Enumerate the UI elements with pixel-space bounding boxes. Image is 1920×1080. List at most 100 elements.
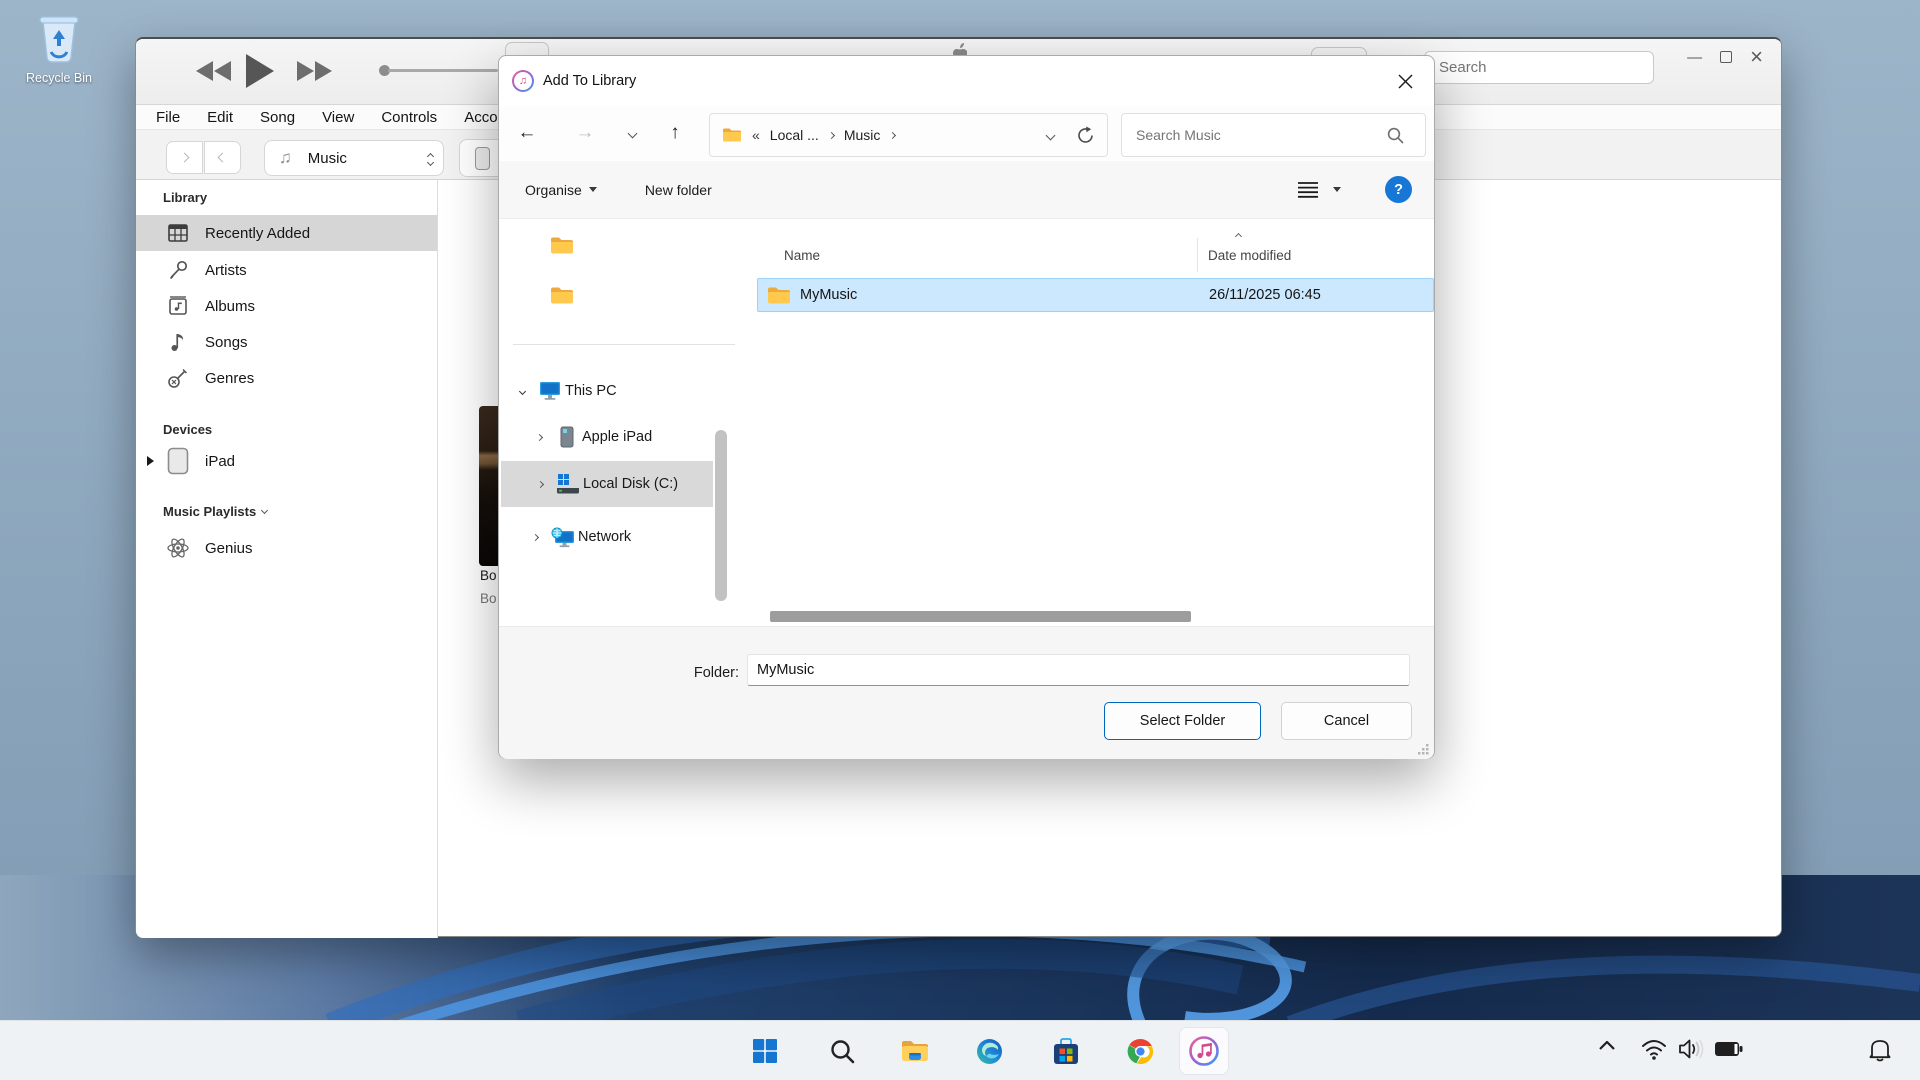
chevron-right-icon[interactable]: [522, 535, 548, 540]
album-art-thumbnail[interactable]: [479, 406, 500, 566]
pinned-folder-icon[interactable]: [550, 286, 574, 305]
library-forward-button[interactable]: [204, 141, 241, 174]
fast-forward-button[interactable]: [296, 59, 334, 83]
volume-slider-track[interactable]: [388, 69, 498, 72]
edge-button[interactable]: [975, 1037, 1003, 1065]
sidebar-item-recently-added[interactable]: Recently Added: [136, 215, 437, 251]
sidebar-item-ipad[interactable]: iPad: [136, 443, 437, 479]
menu-edit[interactable]: Edit: [207, 109, 233, 126]
windows-start-icon: [752, 1038, 778, 1064]
tree-item-local-disk[interactable]: Local Disk (C:): [501, 461, 713, 507]
apple-music-button[interactable]: [1180, 1028, 1228, 1074]
folder-field-label: Folder:: [639, 665, 739, 681]
resize-grip[interactable]: [1417, 743, 1430, 756]
new-folder-button[interactable]: New folder: [645, 182, 712, 198]
battery-icon: [1714, 1041, 1743, 1057]
refresh-icon[interactable]: [1076, 126, 1095, 145]
media-kind-selector[interactable]: ♫ Music: [264, 140, 444, 176]
chevron-down-icon[interactable]: [509, 389, 535, 394]
recent-locations-button[interactable]: [615, 117, 649, 149]
sidebar-item-genius[interactable]: Genius: [136, 530, 437, 566]
minimize-button[interactable]: —: [1687, 50, 1702, 65]
cancel-button[interactable]: Cancel: [1281, 702, 1412, 740]
column-header-name[interactable]: Name: [784, 248, 820, 263]
dialog-search-input[interactable]: [1121, 113, 1426, 157]
breadcrumb-music[interactable]: Music: [844, 127, 881, 143]
battery-status[interactable]: [1714, 1041, 1743, 1057]
microsoft-store-icon: [1053, 1038, 1079, 1065]
menu-song[interactable]: Song: [260, 109, 295, 126]
dialog-title: Add To Library: [543, 73, 636, 89]
organise-button[interactable]: Organise: [525, 182, 597, 198]
chrome-button[interactable]: [1126, 1037, 1154, 1065]
dialog-close-button[interactable]: [1388, 66, 1422, 96]
menu-file[interactable]: File: [156, 109, 180, 126]
taskbar-search-button[interactable]: [828, 1037, 856, 1065]
volume-status[interactable]: [1678, 1038, 1705, 1060]
notifications-button[interactable]: [1868, 1037, 1892, 1063]
chevron-up-icon: [1598, 1039, 1616, 1051]
apple-music-icon: [1189, 1036, 1219, 1066]
recycle-bin-glyph: [33, 8, 85, 64]
menu-view[interactable]: View: [322, 109, 354, 126]
edge-icon: [976, 1038, 1003, 1065]
microphone-icon: [166, 260, 190, 280]
select-folder-button[interactable]: Select Folder: [1104, 702, 1261, 740]
dialog-footer: Folder: Select Folder Cancel: [499, 626, 1434, 759]
address-dropdown-icon[interactable]: [1046, 130, 1056, 140]
expand-arrow-icon[interactable]: [147, 456, 154, 466]
file-explorer-button[interactable]: [901, 1037, 929, 1065]
tree-item-network[interactable]: Network: [501, 515, 713, 559]
breadcrumb-overflow[interactable]: «: [752, 127, 760, 143]
breadcrumb-local-disk[interactable]: Local ...: [770, 127, 819, 143]
pinned-folder-icon[interactable]: [550, 236, 574, 255]
organise-label: Organise: [525, 182, 582, 198]
chevron-right-icon[interactable]: [527, 482, 553, 487]
chevron-right-icon[interactable]: [889, 131, 896, 138]
close-window-button[interactable]: ×: [1750, 46, 1763, 68]
nav-back-button[interactable]: ←: [510, 117, 544, 149]
column-header-date-modified[interactable]: Date modified: [1208, 248, 1291, 263]
sidebar-item-albums[interactable]: Albums: [136, 288, 437, 324]
tree-item-this-pc[interactable]: This PC: [501, 369, 713, 413]
caret-down-icon: [589, 187, 597, 192]
nav-up-button[interactable]: ↑: [658, 117, 692, 149]
sidebar-item-artists[interactable]: Artists: [136, 252, 437, 288]
microsoft-store-button[interactable]: [1052, 1037, 1080, 1065]
column-separator[interactable]: [1197, 238, 1198, 272]
this-pc-icon: [535, 381, 565, 401]
playlists-section-header[interactable]: Music Playlists: [163, 504, 267, 519]
chevron-right-icon[interactable]: [526, 435, 552, 440]
wifi-status[interactable]: [1640, 1037, 1668, 1061]
chevron-right-icon[interactable]: [828, 131, 835, 138]
maximize-button[interactable]: [1720, 51, 1732, 63]
play-button[interactable]: [244, 53, 274, 89]
recycle-bin-icon[interactable]: Recycle Bin: [16, 8, 102, 85]
selector-stepper-icon: [428, 151, 433, 165]
apple-ipad-icon: [552, 426, 582, 448]
tree-item-label: Network: [578, 529, 631, 545]
music-note-icon: ♫: [279, 148, 292, 168]
tree-item-apple-ipad[interactable]: Apple iPad: [501, 415, 713, 459]
nav-pane-scrollbar[interactable]: [715, 430, 727, 601]
guitar-icon: [166, 367, 190, 389]
sidebar-item-genres[interactable]: Genres: [136, 360, 437, 396]
rewind-button[interactable]: [194, 59, 232, 83]
menu-controls[interactable]: Controls: [381, 109, 437, 126]
view-options-button[interactable]: [1297, 181, 1341, 199]
folder-name-input[interactable]: [747, 654, 1410, 686]
dialog-title-bar: ♫ Add To Library: [499, 56, 1434, 106]
start-button[interactable]: [751, 1037, 779, 1065]
itunes-sidebar: Library Recently Added Artists Albums So…: [136, 180, 438, 938]
itunes-search-input[interactable]: [1424, 51, 1654, 84]
sidebar-item-label: iPad: [205, 453, 235, 470]
file-row-mymusic[interactable]: MyMusic 26/11/2025 06:45: [757, 278, 1434, 312]
help-button[interactable]: ?: [1385, 176, 1412, 203]
library-back-button[interactable]: [166, 141, 203, 174]
horizontal-scrollbar[interactable]: [770, 611, 1191, 622]
taskbar: [0, 1020, 1920, 1080]
address-breadcrumb-bar[interactable]: « Local ... Music: [709, 113, 1108, 157]
sidebar-item-songs[interactable]: Songs: [136, 324, 437, 360]
tray-expand-button[interactable]: [1598, 1039, 1616, 1051]
nav-forward-button[interactable]: →: [568, 117, 602, 149]
